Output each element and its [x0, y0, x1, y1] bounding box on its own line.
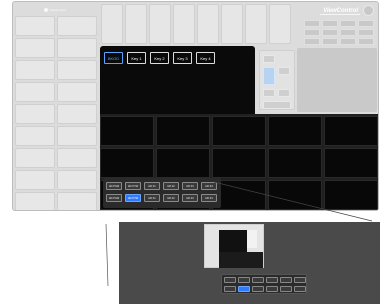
- zoom-source-button: [294, 277, 306, 283]
- zoom-screen-thumbnail: [204, 224, 264, 268]
- zoom-source-button: [266, 277, 278, 283]
- zoom-thumb-light-area: [247, 230, 257, 248]
- zoom-callout: [119, 222, 380, 304]
- zoom-source-panel: [221, 274, 307, 294]
- callout-line-right: [213, 181, 373, 222]
- zoom-source-button: [280, 277, 292, 283]
- zoom-source-button: [266, 286, 278, 292]
- zoom-source-button: [280, 286, 292, 292]
- zoom-source-button: [252, 286, 264, 292]
- zoom-source-button: [252, 277, 264, 283]
- screenshot-stage: ViewControl ViewControl BKGD Key 1 Key 2 Ke…: [0, 0, 380, 304]
- zoom-source-button: [238, 277, 250, 283]
- zoom-thumb-grid: [219, 252, 263, 268]
- zoom-source-button: [224, 277, 236, 283]
- zoom-thumb-dark-area: [219, 230, 247, 252]
- zoom-source-button: [238, 286, 250, 292]
- zoom-source-button: [224, 286, 236, 292]
- zoom-source-button: [294, 286, 306, 292]
- callout-line-left: [105, 223, 109, 287]
